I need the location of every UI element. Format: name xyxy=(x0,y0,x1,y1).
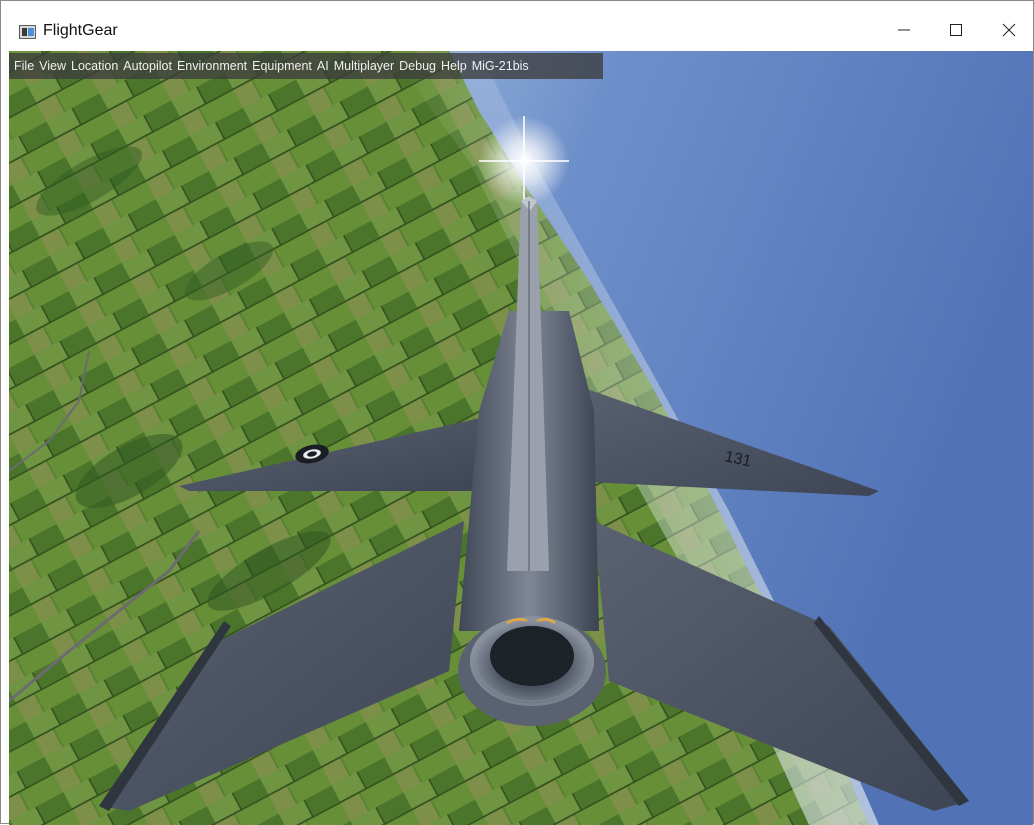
menu-multiplayer[interactable]: Multiplayer xyxy=(333,59,398,73)
minimize-button[interactable] xyxy=(881,9,927,51)
maximize-button[interactable] xyxy=(933,9,979,51)
flightgear-app-icon[interactable] xyxy=(19,25,36,39)
minimize-icon xyxy=(898,29,910,31)
menu-view[interactable]: View xyxy=(38,59,70,73)
menu-environment[interactable]: Environment xyxy=(176,59,251,73)
menu-mig-21bis[interactable]: MiG-21bis xyxy=(471,59,533,73)
menu-equipment[interactable]: Equipment xyxy=(251,59,316,73)
menu-bar: File View Location Autopilot Environment… xyxy=(9,53,603,79)
3d-viewport[interactable]: 131 xyxy=(9,51,1033,825)
close-icon xyxy=(1002,23,1016,37)
window-title: FlightGear xyxy=(43,22,118,39)
menu-debug[interactable]: Debug xyxy=(398,59,440,73)
flight-scene: 131 xyxy=(9,51,1033,825)
maximize-icon xyxy=(950,24,962,36)
menu-help[interactable]: Help xyxy=(440,59,471,73)
menu-autopilot[interactable]: Autopilot xyxy=(122,59,176,73)
menu-location[interactable]: Location xyxy=(70,59,122,73)
flightgear-window: FlightGear 131 File View Location Autopi… xyxy=(0,0,1034,825)
menu-file[interactable]: File xyxy=(13,59,38,73)
title-bar[interactable]: FlightGear xyxy=(1,1,1033,51)
menu-ai[interactable]: AI xyxy=(316,59,333,73)
close-button[interactable] xyxy=(986,9,1032,51)
